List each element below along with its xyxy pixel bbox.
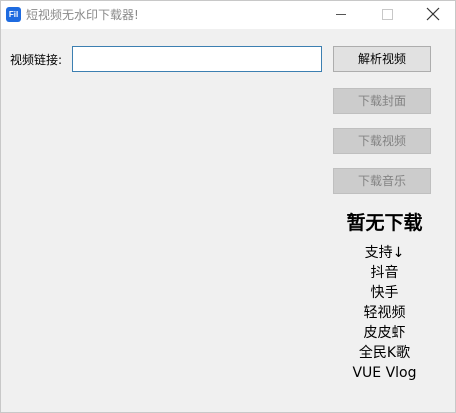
video-url-label: 视频链接:	[10, 53, 63, 67]
title-bar[interactable]: Fil 短视频无水印下载器!	[1, 1, 455, 29]
maximize-button[interactable]	[364, 1, 410, 29]
download-status-label: 暂无下载	[346, 212, 423, 234]
download-cover-button[interactable]: 下载封面	[333, 88, 431, 114]
maximize-icon	[382, 9, 393, 20]
download-music-button[interactable]: 下载音乐	[333, 168, 431, 194]
window-title: 短视频无水印下载器!	[26, 8, 139, 22]
platform-item: VUE Vlog	[352, 365, 417, 381]
parse-video-button[interactable]: 解析视频	[333, 46, 431, 72]
platform-item: 快手	[370, 285, 399, 301]
video-url-input[interactable]	[72, 46, 322, 72]
download-video-button[interactable]: 下载视频	[333, 128, 431, 154]
minimize-icon	[336, 14, 346, 15]
supported-platforms-list: 支持↓ 抖音 快手 轻视频 皮皮虾 全民K歌 VUE Vlog	[312, 243, 456, 383]
close-button[interactable]	[410, 1, 456, 29]
platform-item: 轻视频	[363, 305, 406, 321]
app-window: Fil 短视频无水印下载器! 视频链接: 解析视频 下载封面 下载视频 下载音乐…	[0, 0, 456, 413]
platform-item: 全民K歌	[358, 345, 411, 361]
close-icon	[426, 7, 440, 21]
support-heading: 支持↓	[364, 245, 405, 261]
minimize-button[interactable]	[318, 1, 364, 29]
platform-item: 皮皮虾	[363, 325, 406, 341]
app-logo-icon: Fil	[6, 7, 21, 22]
platform-item: 抖音	[370, 265, 399, 281]
